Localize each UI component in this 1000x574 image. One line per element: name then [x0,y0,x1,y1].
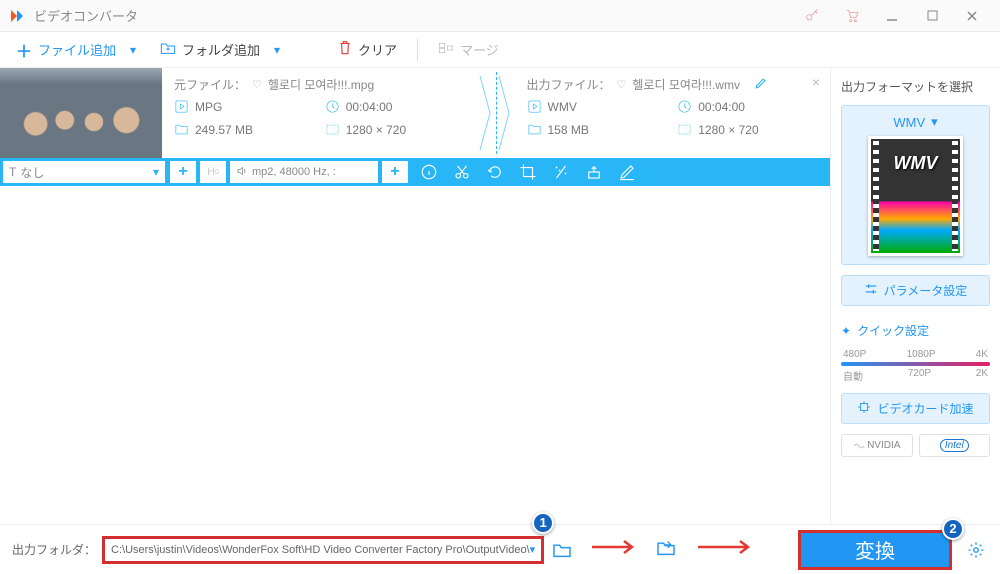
merge-icon [438,41,454,58]
add-folder-label: フォルダ追加 [182,40,260,59]
nvidia-chip: NVIDIA [841,434,913,457]
src-size: 249.57 MB [174,122,315,137]
cart-icon[interactable] [832,1,872,31]
heart-icon: ♡ [252,78,262,91]
out-format: WMV [527,99,668,114]
trash-icon [338,40,352,59]
clear-label: クリア [358,40,397,59]
annotation-badge-1: 1 [532,512,554,534]
toolbar-divider [417,39,418,61]
arrow-divider [497,68,515,158]
convert-label: 変換 [855,535,895,564]
parameter-settings-button[interactable]: パラメータ設定 [841,275,990,306]
output-path-value: C:\Users\justin\Videos\WonderFox Soft\HD… [111,544,530,556]
maximize-button[interactable] [912,1,952,31]
rotate-button[interactable] [480,158,510,186]
subtitle-value: なし [20,164,44,181]
add-subtitle-button[interactable]: + [170,161,196,183]
subtitle-icon: T [9,165,16,179]
arrow-divider [478,68,496,158]
gpu-accel-button[interactable]: ビデオカード加速 [841,393,990,424]
src-file-label: 元ファイル： [174,76,246,93]
add-audio-button[interactable]: + [382,161,408,183]
intel-chip: Intel [919,434,991,457]
add-folder-button[interactable]: フォルダ追加 [150,36,270,63]
output-format-selector[interactable]: WMV ▾ WMV [841,105,990,265]
merge-button[interactable]: マージ [428,36,509,63]
out-size: 158 MB [527,122,668,137]
output-format-label: 出力フォーマットを選択 [841,78,990,95]
speaker-icon [236,165,248,180]
watermark-button[interactable] [579,158,609,186]
add-file-label: ファイル追加 [38,40,116,59]
effects-button[interactable] [546,158,576,186]
info-button[interactable] [414,158,444,186]
edit-button[interactable] [612,158,642,186]
chip-icon [857,400,871,417]
edit-output-icon[interactable] [754,77,767,93]
quick-label: クイック設定 [857,322,929,339]
convert-button[interactable]: 変換 [800,532,950,568]
resolution-slider[interactable] [841,362,990,366]
add-file-button[interactable]: ＋ ファイル追加 [6,34,126,66]
out-duration: 00:04:00 [677,99,818,114]
src-format: MPG [174,99,315,114]
src-resolution: 1280 × 720 [325,122,466,137]
audio-value: mp2, 48000 Hz, : [252,166,336,178]
output-path-input[interactable]: C:\Users\justin\Videos\WonderFox Soft\HD… [104,538,542,562]
chevron-down-icon: ▾ [530,543,536,556]
cut-button[interactable] [447,158,477,186]
settings-button[interactable] [964,541,988,559]
out-resolution: 1280 × 720 [677,122,818,137]
chevron-down-icon: ▾ [931,114,938,130]
video-thumbnail[interactable] [0,68,162,158]
remove-file-button[interactable]: × [812,74,820,90]
activate-icon[interactable] [792,1,832,31]
window-title: ビデオコンバータ [34,6,792,25]
annotation-badge-2: 2 [942,518,964,540]
app-logo-icon [8,7,26,25]
quick-icon: ✦ [841,324,851,338]
audio-select[interactable]: mp2, 48000 Hz, : [230,161,378,183]
out-file-name: 헬로디 모여라!!!.wmv [632,76,740,93]
output-folder-label: 出力フォルダ： [12,541,96,558]
out-file-label: 出力ファイル： [527,76,611,93]
merge-label: マージ [460,40,499,59]
add-file-dropdown-icon[interactable]: ▾ [130,43,146,57]
heart-icon: ♡ [617,78,627,91]
red-arrow-annotation [590,538,640,562]
format-film-icon: WMV [868,136,963,256]
src-file-name: 헬로디 모여라!!!.mpg [268,76,374,93]
red-arrow-annotation [696,538,756,562]
hardcode-subtitle-button[interactable]: H0 [200,161,226,183]
gpu-label: ビデオカード加速 [877,400,973,417]
sliders-icon [864,283,878,298]
minimize-button[interactable] [872,1,912,31]
param-label: パラメータ設定 [884,282,968,299]
folder-plus-icon [160,41,176,58]
close-button[interactable] [952,1,992,31]
subtitle-select[interactable]: Tなし▾ [3,161,165,183]
format-name: WMV [893,115,925,130]
plus-icon: ＋ [16,38,32,62]
crop-button[interactable] [513,158,543,186]
open-output-folder-button[interactable] [656,540,680,559]
clear-button[interactable]: クリア [328,36,407,63]
add-folder-dropdown-icon[interactable]: ▾ [274,43,290,57]
src-duration: 00:04:00 [325,99,466,114]
browse-folder-button[interactable] [550,538,574,562]
